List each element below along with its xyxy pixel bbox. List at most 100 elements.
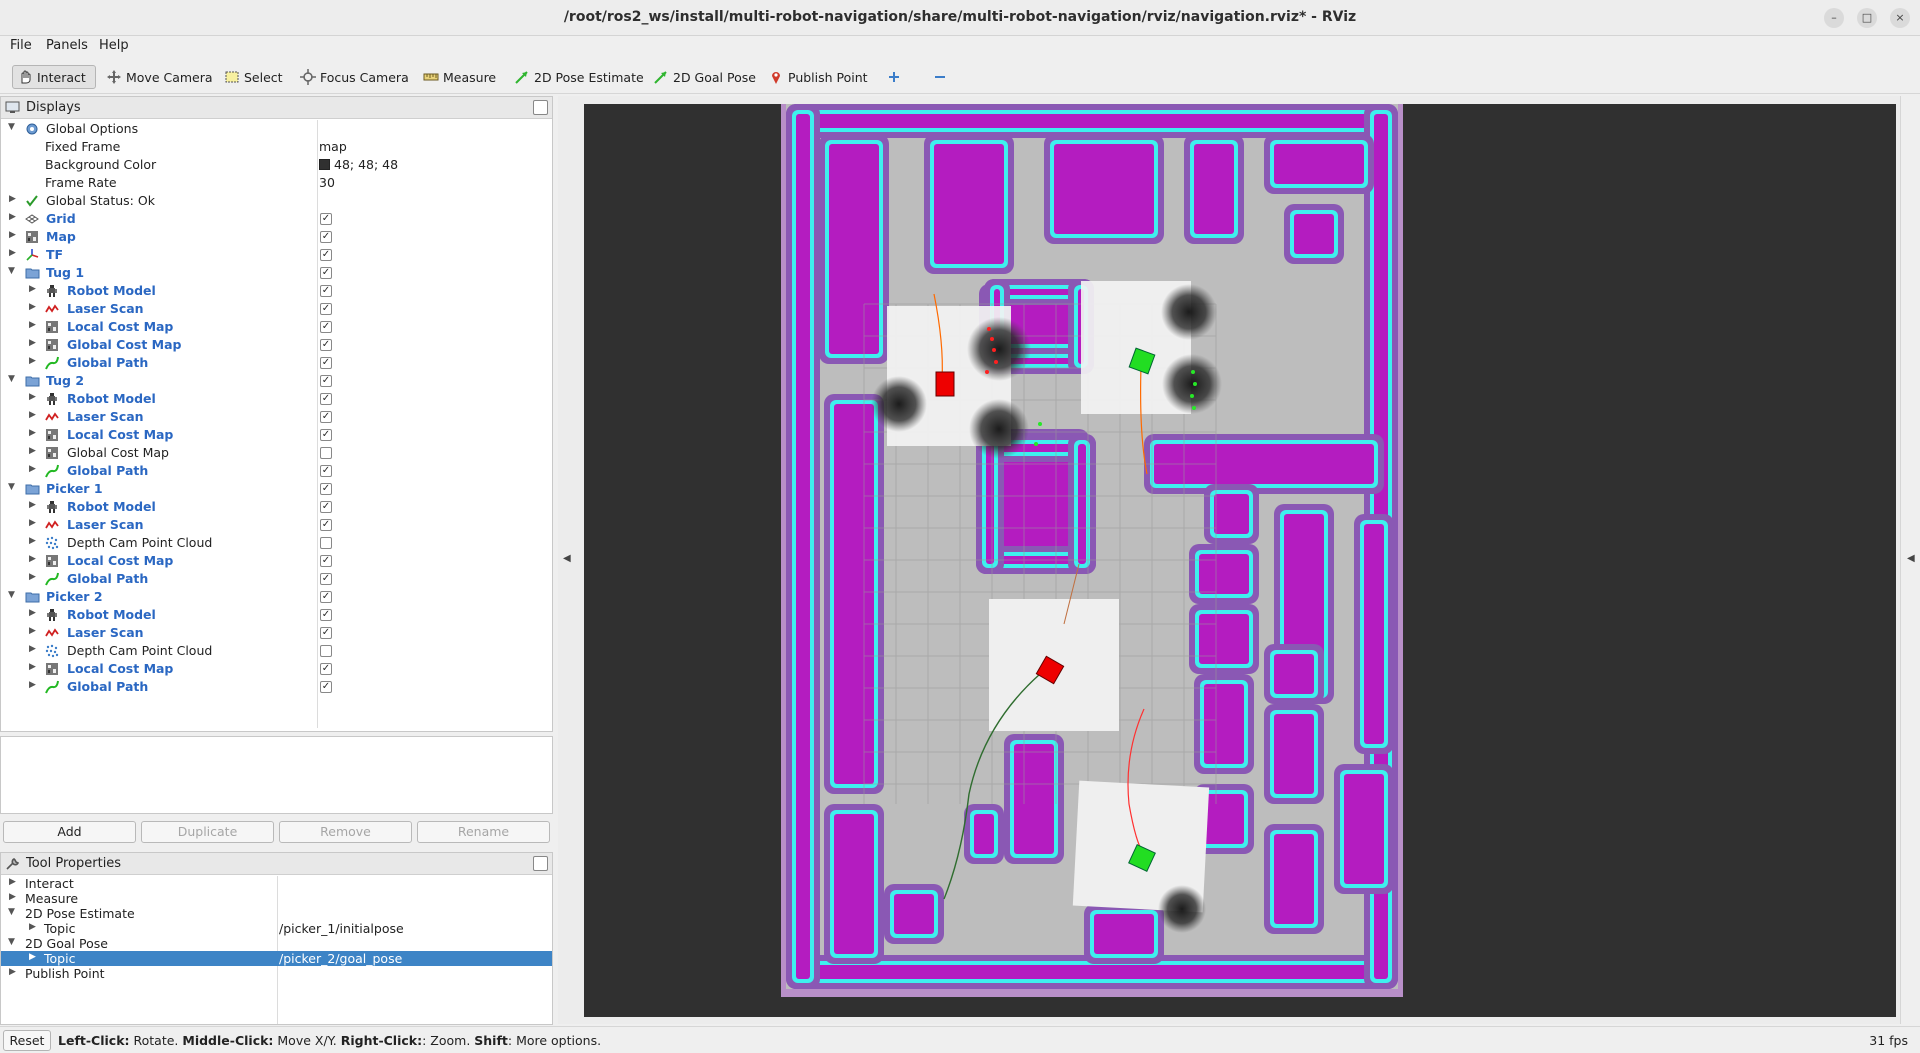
tool-row-measure[interactable]: ▶ Measure — [1, 891, 552, 906]
visibility-checkbox[interactable]: ✓ — [320, 483, 332, 495]
expand-arrow-icon[interactable]: ▶ — [29, 302, 39, 312]
display-row[interactable]: Background Color 48; 48; 48 — [1, 156, 552, 174]
3d-viewport[interactable] — [584, 104, 1896, 1017]
collapse-arrow-icon[interactable]: ▼ — [8, 937, 15, 947]
visibility-checkbox[interactable] — [320, 447, 332, 459]
tool-row-publish-point[interactable]: ▶ Publish Point — [1, 966, 552, 981]
collapse-arrow-icon[interactable]: ▼ — [8, 590, 18, 600]
display-row[interactable]: ▶ Global Cost Map ✓ — [1, 336, 552, 354]
expand-arrow-icon[interactable]: ▶ — [9, 877, 16, 887]
rename-button[interactable]: Rename — [417, 821, 550, 843]
expand-arrow-icon[interactable]: ▶ — [9, 212, 19, 222]
expand-arrow-icon[interactable]: ▶ — [29, 662, 39, 672]
expand-arrow-icon[interactable]: ▶ — [29, 680, 39, 690]
menu-file[interactable]: File — [8, 38, 34, 53]
display-row[interactable]: ▶ Global Cost Map — [1, 444, 552, 462]
display-row[interactable]: ▶ Local Cost Map ✓ — [1, 426, 552, 444]
expand-arrow-icon[interactable]: ▶ — [29, 464, 39, 474]
expand-arrow-icon[interactable]: ▶ — [29, 410, 39, 420]
visibility-checkbox[interactable]: ✓ — [320, 519, 332, 531]
visibility-checkbox[interactable]: ✓ — [320, 681, 332, 693]
collapse-arrow-icon[interactable]: ▼ — [8, 907, 15, 917]
expand-arrow-icon[interactable]: ▶ — [9, 230, 19, 240]
collapse-left-arrow-icon[interactable]: ◀ — [563, 553, 571, 564]
display-row[interactable]: ▶ Depth Cam Point Cloud — [1, 642, 552, 660]
expand-arrow-icon[interactable]: ▶ — [9, 967, 16, 977]
focus-camera-tool-button[interactable]: Focus Camera — [296, 65, 415, 89]
restore-button[interactable]: □ — [1857, 8, 1877, 28]
display-row[interactable]: ▶ Robot Model ✓ — [1, 390, 552, 408]
display-row[interactable]: ▶ Global Path ✓ — [1, 570, 552, 588]
visibility-checkbox[interactable]: ✓ — [320, 411, 332, 423]
expand-arrow-icon[interactable]: ▶ — [29, 608, 39, 618]
expand-arrow-icon[interactable]: ▶ — [29, 952, 36, 962]
visibility-checkbox[interactable]: ✓ — [320, 555, 332, 567]
collapse-arrow-icon[interactable]: ▼ — [8, 266, 18, 276]
publish-point-tool-button[interactable]: Publish Point — [764, 65, 874, 89]
display-row[interactable]: ▶ Depth Cam Point Cloud — [1, 534, 552, 552]
display-row[interactable]: ▼ Global Options — [1, 120, 552, 138]
display-row[interactable]: ▶ Laser Scan ✓ — [1, 516, 552, 534]
display-value[interactable]: 30 — [319, 175, 335, 190]
display-row[interactable]: ▶ Global Path ✓ — [1, 354, 552, 372]
expand-arrow-icon[interactable]: ▶ — [29, 922, 36, 932]
display-row[interactable]: ▼ Tug 1 ✓ — [1, 264, 552, 282]
expand-arrow-icon[interactable]: ▶ — [29, 644, 39, 654]
display-row[interactable]: ▼ Picker 1 ✓ — [1, 480, 552, 498]
display-row[interactable]: ▶ Local Cost Map ✓ — [1, 552, 552, 570]
duplicate-button[interactable]: Duplicate — [141, 821, 274, 843]
remove-button[interactable]: Remove — [279, 821, 412, 843]
visibility-checkbox[interactable]: ✓ — [320, 375, 332, 387]
measure-tool-button[interactable]: Measure — [419, 65, 502, 89]
visibility-checkbox[interactable]: ✓ — [320, 267, 332, 279]
visibility-checkbox[interactable]: ✓ — [320, 663, 332, 675]
expand-arrow-icon[interactable]: ▶ — [29, 554, 39, 564]
visibility-checkbox[interactable]: ✓ — [320, 285, 332, 297]
select-tool-button[interactable]: Select — [220, 65, 289, 89]
visibility-checkbox[interactable]: ✓ — [320, 339, 332, 351]
display-row[interactable]: ▶ Global Status: Ok — [1, 192, 552, 210]
panel-float-button[interactable] — [533, 856, 548, 871]
display-row[interactable]: ▼ Tug 2 ✓ — [1, 372, 552, 390]
tool-row-interact[interactable]: ▶ Interact — [1, 876, 552, 891]
visibility-checkbox[interactable]: ✓ — [320, 609, 332, 621]
visibility-checkbox[interactable]: ✓ — [320, 249, 332, 261]
display-row[interactable]: ▶ Local Cost Map ✓ — [1, 318, 552, 336]
menu-panels[interactable]: Panels — [44, 38, 90, 53]
goal-pose-tool-button[interactable]: 2D Goal Pose — [649, 65, 762, 89]
expand-arrow-icon[interactable]: ▶ — [29, 572, 39, 582]
add-tool-button[interactable] — [882, 65, 908, 89]
move-camera-tool-button[interactable]: Move Camera — [102, 65, 219, 89]
display-row[interactable]: ▶ Local Cost Map ✓ — [1, 660, 552, 678]
display-row[interactable]: Fixed Frame map — [1, 138, 552, 156]
display-row[interactable]: ▶ Map ✓ — [1, 228, 552, 246]
expand-arrow-icon[interactable]: ▶ — [29, 284, 39, 294]
display-row[interactable]: Frame Rate 30 — [1, 174, 552, 192]
expand-arrow-icon[interactable]: ▶ — [29, 500, 39, 510]
menu-help[interactable]: Help — [97, 38, 131, 53]
display-value[interactable]: map — [319, 139, 347, 154]
collapse-arrow-icon[interactable]: ▼ — [8, 374, 18, 384]
visibility-checkbox[interactable] — [320, 645, 332, 657]
tool-row-goal-topic[interactable]: ▶ Topic /picker_2/goal_pose — [1, 951, 552, 966]
visibility-checkbox[interactable] — [320, 537, 332, 549]
expand-arrow-icon[interactable]: ▶ — [29, 320, 39, 330]
visibility-checkbox[interactable]: ✓ — [320, 393, 332, 405]
visibility-checkbox[interactable]: ✓ — [320, 303, 332, 315]
visibility-checkbox[interactable]: ✓ — [320, 591, 332, 603]
visibility-checkbox[interactable]: ✓ — [320, 213, 332, 225]
collapse-arrow-icon[interactable]: ▼ — [8, 122, 18, 132]
expand-arrow-icon[interactable]: ▶ — [29, 536, 39, 546]
expand-arrow-icon[interactable]: ▶ — [29, 446, 39, 456]
color-swatch[interactable] — [319, 159, 330, 170]
close-button[interactable]: × — [1890, 8, 1910, 28]
tool-row-pose-topic[interactable]: ▶ Topic /picker_1/initialpose — [1, 921, 552, 936]
visibility-checkbox[interactable]: ✓ — [320, 573, 332, 585]
minimize-button[interactable]: – — [1824, 8, 1844, 28]
visibility-checkbox[interactable]: ✓ — [320, 627, 332, 639]
map-render[interactable] — [584, 104, 1896, 1017]
interact-tool-button[interactable]: Interact — [12, 65, 96, 89]
reset-button[interactable]: Reset — [3, 1030, 51, 1051]
display-row[interactable]: ▶ Global Path ✓ — [1, 678, 552, 696]
tool-row-pose-estimate[interactable]: ▼ 2D Pose Estimate — [1, 906, 552, 921]
